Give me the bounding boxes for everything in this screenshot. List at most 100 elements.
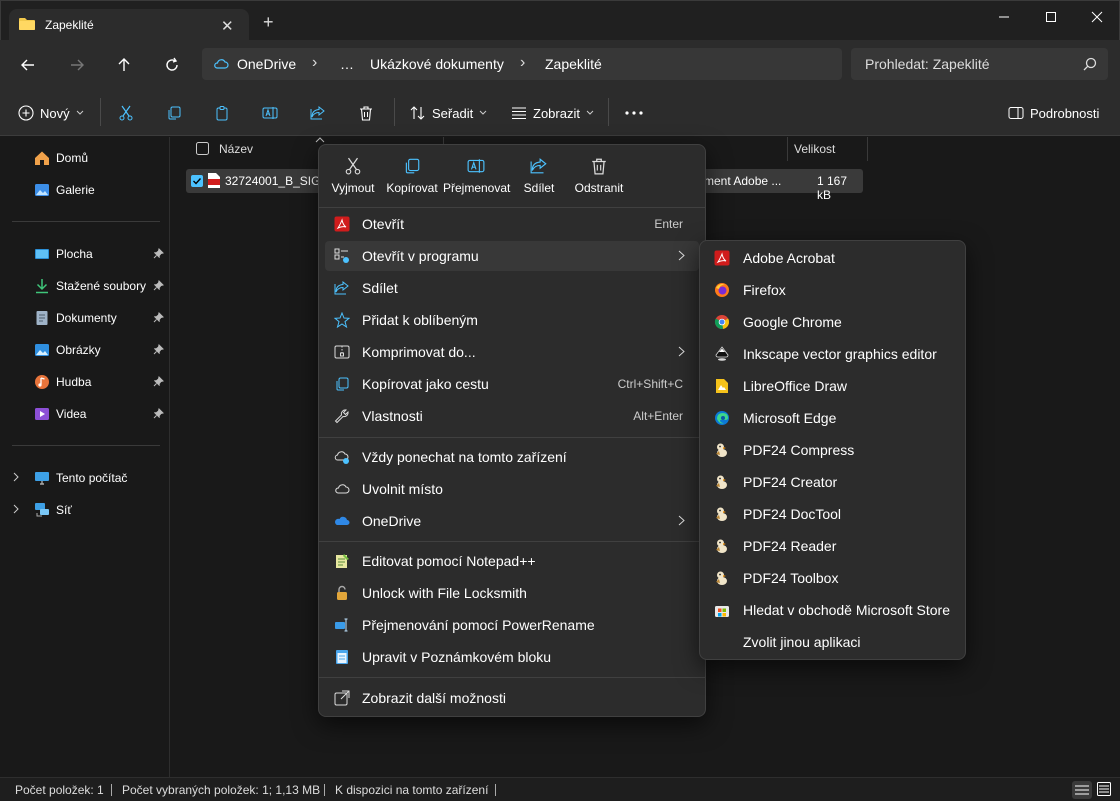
- rename-button[interactable]: [262, 102, 278, 124]
- menu-item-free-space[interactable]: Uvolnit místo: [325, 474, 699, 504]
- up-button[interactable]: [113, 54, 135, 76]
- column-divider[interactable]: [867, 137, 868, 161]
- submenu-item-google-chrome[interactable]: Google Chrome: [706, 307, 959, 337]
- details-button[interactable]: Podrobnosti: [1008, 102, 1099, 124]
- rename-quick-action[interactable]: Přejmenovat: [443, 153, 510, 203]
- pin-icon[interactable]: [153, 408, 164, 419]
- paste-icon: [214, 105, 230, 121]
- new-button[interactable]: Nový: [18, 102, 84, 124]
- breadcrumb-ukazkove[interactable]: Ukázkové dokumenty: [370, 56, 504, 72]
- cut-button[interactable]: [118, 102, 134, 124]
- new-tab-button[interactable]: +: [263, 13, 274, 31]
- sidebar-item-label: Síť: [56, 503, 72, 517]
- sidebar-item-galerie[interactable]: Galerie: [0, 176, 170, 204]
- pin-icon[interactable]: [153, 248, 164, 259]
- paste-button[interactable]: [214, 102, 230, 124]
- submenu-item-pdf24-creator[interactable]: PDF24 Creator: [706, 467, 959, 497]
- sidebar-item-tento-pocitac[interactable]: Tento počítač: [0, 464, 170, 492]
- share-quick-action[interactable]: Sdílet: [519, 153, 559, 203]
- menu-item-notepadpp[interactable]: Editovat pomocí Notepad++: [325, 546, 699, 576]
- sidebar-item-hudba[interactable]: Hudba: [0, 368, 170, 396]
- sidebar-item-plocha[interactable]: Plocha: [0, 240, 170, 268]
- search-input[interactable]: Prohledat: Zapeklité: [865, 56, 990, 72]
- submenu-item-pdf24-compress[interactable]: PDF24 Compress: [706, 435, 959, 465]
- column-header-name[interactable]: Název: [219, 142, 253, 166]
- share-button[interactable]: [310, 102, 326, 124]
- menu-item-powerrename[interactable]: Přejmenování pomocí PowerRename: [325, 610, 699, 640]
- back-button[interactable]: [17, 54, 39, 76]
- copy-quick-action[interactable]: Kopírovat: [385, 153, 439, 203]
- submenu-item-firefox[interactable]: Firefox: [706, 275, 959, 305]
- submenu-item-choose-another-app[interactable]: Zvolit jinou aplikaci: [706, 627, 959, 657]
- submenu-item-adobe-acrobat[interactable]: Adobe Acrobat: [706, 243, 959, 273]
- menu-item-open[interactable]: Otevřít Enter: [325, 209, 699, 239]
- delete-button[interactable]: [358, 102, 374, 124]
- pin-icon[interactable]: [153, 376, 164, 387]
- tiles-view-button[interactable]: [1097, 782, 1111, 796]
- submenu-item-microsoft-store[interactable]: Hledat v obchodě Microsoft Store: [706, 595, 959, 625]
- refresh-button[interactable]: [161, 54, 183, 76]
- chevron-right-icon[interactable]: ›: [520, 54, 525, 72]
- sidebar-item-sit[interactable]: Síť: [0, 496, 170, 524]
- chevron-right-icon[interactable]: [12, 504, 20, 514]
- column-divider[interactable]: [787, 137, 788, 161]
- copy-button[interactable]: [166, 102, 182, 124]
- submenu-item-microsoft-edge[interactable]: Microsoft Edge: [706, 403, 959, 433]
- menu-item-always-keep[interactable]: Vždy ponechat na tomto zařízení: [325, 442, 699, 472]
- search-icon[interactable]: [1083, 57, 1097, 71]
- submenu-item-pdf24-toolbox[interactable]: PDF24 Toolbox: [706, 563, 959, 593]
- submenu-item-pdf24-doctool[interactable]: PDF24 DocTool: [706, 499, 959, 529]
- breadcrumb-zapeklite[interactable]: Zapeklité: [545, 56, 602, 72]
- select-all-checkbox[interactable]: [196, 142, 209, 155]
- sidebar-item-obrazky[interactable]: Obrázky: [0, 336, 170, 364]
- close-window-button[interactable]: [1074, 1, 1120, 33]
- menu-item-add-favorite[interactable]: Přidat k oblíbeným: [325, 305, 699, 335]
- chevron-right-icon[interactable]: ›: [312, 54, 317, 72]
- details-view-button[interactable]: [1072, 781, 1092, 799]
- chevron-right-icon[interactable]: [12, 472, 20, 482]
- submenu-item-label: Zvolit jinou aplikaci: [743, 634, 861, 650]
- sidebar-item-stazene[interactable]: Stažené soubory: [0, 272, 170, 300]
- cut-quick-action[interactable]: Vyjmout: [329, 153, 377, 203]
- menu-item-file-locksmith[interactable]: Unlock with File Locksmith: [325, 578, 699, 608]
- close-tab-icon[interactable]: ✕: [221, 17, 234, 35]
- tab-zapeklite[interactable]: Zapeklité ✕: [9, 9, 249, 41]
- rename-icon: [467, 157, 485, 175]
- menu-item-onedrive[interactable]: OneDrive: [325, 506, 699, 536]
- menu-item-more-options[interactable]: Zobrazit další možnosti: [325, 683, 699, 713]
- search-box[interactable]: Prohledat: Zapeklité: [851, 48, 1108, 80]
- pin-icon[interactable]: [153, 312, 164, 323]
- pc-icon: [34, 470, 50, 486]
- address-bar[interactable]: OneDrive › … Ukázkové dokumenty › Zapekl…: [202, 48, 842, 80]
- delete-quick-action[interactable]: Odstranit: [571, 153, 627, 203]
- menu-item-notepad[interactable]: Upravit v Poznámkovém bloku: [325, 642, 699, 672]
- maximize-button[interactable]: [1028, 1, 1074, 33]
- breadcrumb-onedrive[interactable]: OneDrive: [237, 56, 296, 72]
- home-icon: [34, 150, 50, 166]
- view-label: Zobrazit: [533, 105, 580, 121]
- sidebar-item-videa[interactable]: Videa: [0, 400, 170, 428]
- more-button[interactable]: [625, 102, 643, 124]
- menu-item-copy-as-path[interactable]: Kopírovat jako cestu Ctrl+Shift+C: [325, 369, 699, 399]
- menu-item-properties[interactable]: Vlastnosti Alt+Enter: [325, 401, 699, 431]
- menu-item-share[interactable]: Sdílet: [325, 273, 699, 303]
- videos-icon: [34, 406, 50, 422]
- pin-icon[interactable]: [153, 344, 164, 355]
- menu-item-open-with[interactable]: Otevřít v programu: [325, 241, 699, 271]
- submenu-item-libreoffice-draw[interactable]: LibreOffice Draw: [706, 371, 959, 401]
- minimize-button[interactable]: [981, 1, 1027, 33]
- row-checkbox[interactable]: [191, 175, 203, 187]
- sort-label: Seřadit: [432, 105, 474, 121]
- forward-button[interactable]: [66, 54, 88, 76]
- view-button[interactable]: Zobrazit: [511, 102, 594, 124]
- submenu-item-inkscape[interactable]: Inkscape vector graphics editor: [706, 339, 959, 369]
- sort-button[interactable]: Seřadit: [410, 102, 487, 124]
- breadcrumb-more[interactable]: …: [340, 56, 354, 72]
- menu-item-compress[interactable]: Komprimovat do...: [325, 337, 699, 367]
- column-header-size[interactable]: Velikost: [794, 142, 835, 166]
- sidebar-item-dokumenty[interactable]: Dokumenty: [0, 304, 170, 332]
- submenu-item-pdf24-reader[interactable]: PDF24 Reader: [706, 531, 959, 561]
- sidebar-item-domu[interactable]: Domů: [0, 144, 170, 172]
- cloud-sync-icon: [334, 449, 350, 465]
- pin-icon[interactable]: [153, 280, 164, 291]
